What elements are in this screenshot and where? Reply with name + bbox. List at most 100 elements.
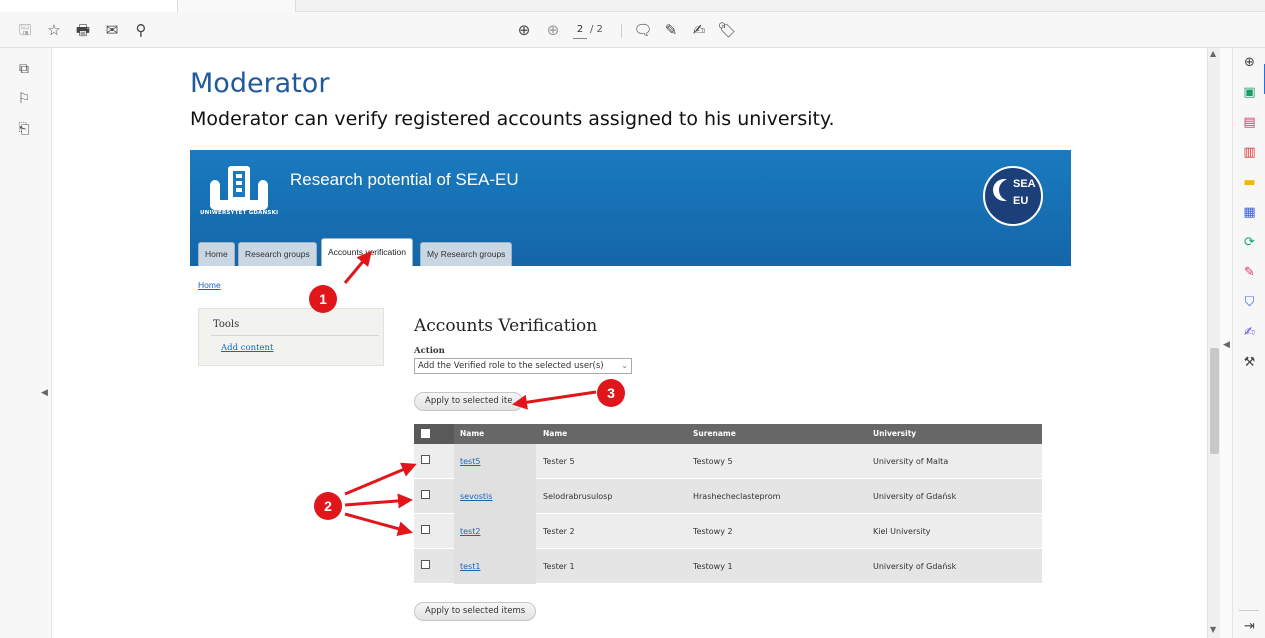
tab-hint[interactable] (0, 0, 178, 12)
apply-button-label: Apply to selected items (425, 606, 526, 616)
annotation-badge-3: 3 (597, 379, 625, 407)
select-all-checkbox[interactable] (421, 429, 430, 438)
tools-sidebar: Tools Add content (198, 308, 384, 366)
window-tab-strip (0, 0, 1265, 12)
tag-icon[interactable]: 🏷 (717, 20, 737, 40)
row-checkbox[interactable] (421, 525, 430, 534)
export-pdf-icon[interactable]: ▣ (1241, 84, 1258, 101)
page-title: Moderator (190, 68, 330, 99)
create-pdf-icon[interactable]: ▤ (1241, 114, 1258, 131)
edit-pdf-icon[interactable]: ▥ (1241, 144, 1258, 161)
apply-button-label: Apply to selected ite (425, 396, 513, 406)
name-cell: Tester 2 (543, 527, 575, 536)
name-cell: Tester 1 (543, 562, 575, 571)
comment-icon[interactable]: 🗨 (633, 20, 653, 40)
sidebar-divider (211, 335, 379, 336)
login-cell: test2 (454, 514, 536, 549)
surname-cell: Testowy 2 (693, 527, 733, 536)
right-panel-gutter: ◀ (1220, 48, 1232, 638)
university-cell: Kiel University (873, 527, 931, 536)
action-select[interactable]: Add the Verified role to the selected us… (414, 358, 632, 374)
login-cell: test1 (454, 549, 536, 584)
zoom-search-icon[interactable]: ⚲ (131, 20, 151, 40)
university-cell: University of Gdańsk (873, 492, 957, 501)
column-header[interactable]: University (873, 424, 916, 444)
column-header[interactable]: Name (543, 424, 567, 444)
surname-cell: Hrashecheclasteprom (693, 492, 781, 501)
apply-button-top[interactable]: Apply to selected ite (414, 392, 524, 411)
toolbar: 🖫 ☆ 🖶 ✉ ⚲ ⊕ ⊕ 2 / 2 🗨 ✎ ✍ 🏷 (0, 12, 1265, 48)
tab-home[interactable]: Home (198, 242, 235, 266)
login-cell: test5 (454, 444, 536, 479)
page-total: / 2 (590, 24, 603, 35)
expand-panel-icon[interactable]: ⇥ (1241, 618, 1258, 635)
sea-eu-badge: SEA EU (983, 166, 1043, 226)
save-icon[interactable]: 🖫 (15, 20, 35, 40)
bookmark-icon[interactable]: ⚐ (15, 90, 33, 108)
send-sign-icon[interactable]: ✍ (1241, 324, 1258, 341)
mail-icon[interactable]: ✉ (102, 20, 122, 40)
university-logo-text: UNIWERSYTET GDAŃSKI (200, 210, 279, 216)
section-heading: Accounts Verification (414, 316, 598, 336)
breadcrumb[interactable]: Home (198, 280, 221, 290)
apply-button-bottom[interactable]: Apply to selected items (414, 602, 537, 621)
row-checkbox[interactable] (421, 455, 430, 464)
sign-icon[interactable]: ✍ (689, 20, 709, 40)
table-header: Name Name Surename University (414, 424, 1042, 444)
more-tools-icon[interactable]: ⚒ (1241, 354, 1258, 371)
page-thumbnails-icon[interactable]: ⧉ (15, 60, 33, 78)
name-cell: Selodrabrusulosp (543, 492, 613, 501)
user-link[interactable]: test1 (460, 562, 480, 571)
tab-accounts-verification[interactable]: Accounts verification (321, 238, 413, 266)
fill-sign-icon[interactable]: ✎ (1241, 264, 1258, 281)
table-row: test1 Tester 1 Testowy 1 University of G… (414, 549, 1042, 584)
scroll-up-icon[interactable]: ▲ (1210, 49, 1216, 58)
collapse-left-icon[interactable]: ◀ (41, 388, 48, 398)
user-link[interactable]: test5 (460, 457, 480, 466)
combine-files-icon[interactable]: ▦ (1241, 204, 1258, 221)
row-checkbox[interactable] (421, 490, 430, 499)
vertical-scrollbar[interactable]: ▲ ▼ (1207, 48, 1220, 638)
print-icon[interactable]: 🖶 (73, 20, 93, 40)
university-logo-icon (210, 166, 268, 210)
page-subtitle: Moderator can verify registered accounts… (190, 108, 835, 130)
page-down-icon[interactable]: ⊕ (543, 20, 563, 40)
tab-hint[interactable] (178, 0, 296, 12)
tools-divider (1239, 610, 1259, 611)
attachment-icon[interactable]: ⎗ (15, 120, 33, 138)
table-row: test5 Tester 5 Testowy 5 University of M… (414, 444, 1042, 479)
comment-tool-icon[interactable]: ▬ (1241, 174, 1258, 191)
protect-shield-icon[interactable]: ⛉ (1241, 294, 1258, 311)
star-icon[interactable]: ☆ (44, 20, 64, 40)
document-page: Moderator Moderator can verify registere… (52, 48, 1207, 638)
zoom-in-icon[interactable]: ⊕ (1241, 54, 1258, 71)
select-all-cell (414, 424, 454, 444)
collapse-right-icon[interactable]: ◀ (1223, 340, 1230, 350)
highlight-pen-icon[interactable]: ✎ (661, 20, 681, 40)
scrollbar-thumb[interactable] (1210, 348, 1219, 454)
university-cell: University of Gdańsk (873, 562, 957, 571)
action-label: Action (414, 346, 445, 356)
page-number-input[interactable]: 2 (573, 21, 587, 39)
pdf-viewer: 🖫 ☆ 🖶 ✉ ⚲ ⊕ ⊕ 2 / 2 🗨 ✎ ✍ 🏷 ⧉ ⚐ ⎗ ◀ Mode… (0, 0, 1265, 638)
sea-eu-badge-line2: EU (1013, 195, 1029, 207)
sea-eu-badge-line1: SEA (1013, 178, 1036, 190)
chevron-down-icon: ⌄ (621, 361, 628, 370)
toolbar-divider (621, 24, 622, 38)
column-header[interactable]: Surename (693, 424, 736, 444)
page-up-icon[interactable]: ⊕ (514, 20, 534, 40)
column-header[interactable]: Name (460, 424, 484, 444)
scroll-down-icon[interactable]: ▼ (1210, 625, 1216, 634)
organize-pages-icon[interactable]: ⟳ (1241, 234, 1258, 251)
tab-my-research-groups[interactable]: My Research groups (420, 242, 513, 266)
user-link[interactable]: test2 (460, 527, 480, 536)
row-checkbox[interactable] (421, 560, 430, 569)
add-content-link[interactable]: Add content (221, 343, 273, 353)
surname-cell: Testowy 5 (693, 457, 733, 466)
site-name[interactable]: Research potential of SEA-EU (290, 170, 519, 190)
surname-cell: Testowy 1 (693, 562, 733, 571)
tab-research-groups[interactable]: Research groups (238, 242, 317, 266)
tools-rail: ⊕ ▣ ▤ ▥ ▬ ▦ ⟳ ✎ ⛉ ✍ ⚒ ⇥ (1232, 48, 1265, 638)
user-link[interactable]: sevostis (460, 492, 492, 501)
annotation-badge-2: 2 (314, 492, 342, 520)
